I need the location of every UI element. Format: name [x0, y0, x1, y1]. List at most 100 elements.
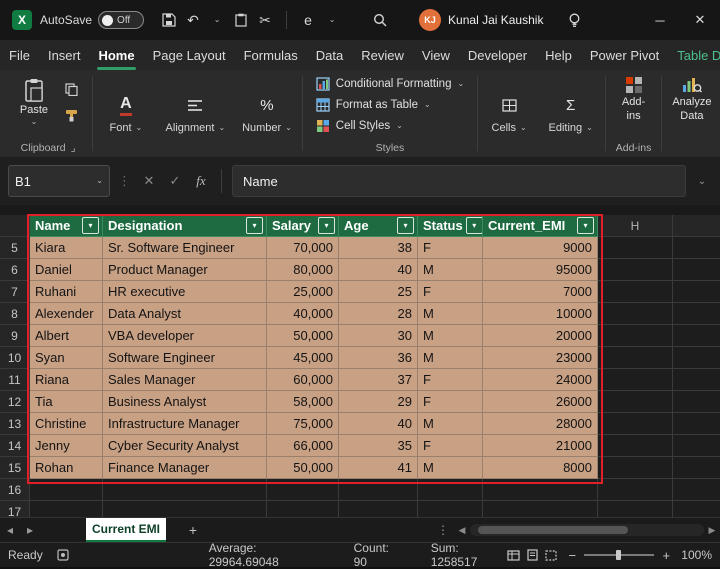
cell-h-7[interactable] — [598, 281, 673, 303]
cell-age-11[interactable]: 37 — [339, 369, 418, 391]
cell-current_emi-9[interactable]: 20000 — [483, 325, 598, 347]
cell-age-9[interactable]: 30 — [339, 325, 418, 347]
row-header-9[interactable]: 9 — [0, 325, 30, 347]
tab-help[interactable]: Help — [536, 40, 581, 70]
row-header-14[interactable]: 14 — [0, 435, 30, 457]
cell-empty[interactable] — [673, 501, 720, 517]
analyze-data-button[interactable]: Analyze Data — [664, 70, 720, 124]
tab-file[interactable]: File — [0, 40, 39, 70]
cell-name-5[interactable]: Kiara — [30, 237, 103, 259]
column-header-age[interactable]: Age▾ — [339, 215, 418, 237]
cell-styles-button[interactable]: Cell Styles ⌄ — [313, 117, 467, 135]
cell-current_emi-5[interactable]: 9000 — [483, 237, 598, 259]
zoom-slider-thumb[interactable] — [616, 550, 621, 560]
row-header-17[interactable]: 17 — [0, 501, 30, 517]
cell-name-13[interactable]: Christine — [30, 413, 103, 435]
cell-designation-13[interactable]: Infrastructure Manager — [103, 413, 267, 435]
cell-empty[interactable] — [673, 479, 720, 501]
cell-h-6[interactable] — [598, 259, 673, 281]
cell-age-10[interactable]: 36 — [339, 347, 418, 369]
undo-button[interactable]: ↶ — [182, 7, 204, 33]
cell-empty[interactable] — [418, 501, 483, 517]
format-painter-button[interactable] — [60, 104, 82, 126]
cell-h-8[interactable] — [598, 303, 673, 325]
row-header-15[interactable]: 15 — [0, 457, 30, 479]
cell-filler-6[interactable] — [673, 259, 720, 281]
cell-designation-9[interactable]: VBA developer — [103, 325, 267, 347]
cell-h-9[interactable] — [598, 325, 673, 347]
cell-status-11[interactable]: F — [418, 369, 483, 391]
column-header-salary[interactable]: Salary▾ — [267, 215, 339, 237]
cell-salary-5[interactable]: 70,000 — [267, 237, 339, 259]
cell-empty[interactable] — [483, 501, 598, 517]
formula-bar-drag-handle[interactable]: ⋮ — [116, 173, 133, 189]
close-button[interactable]: ✕ — [680, 0, 720, 40]
ribbon-group-number[interactable]: % Number⌄ — [234, 70, 300, 157]
save-button[interactable] — [158, 7, 180, 33]
cell-name-12[interactable]: Tia — [30, 391, 103, 413]
record-macro-button[interactable] — [57, 549, 69, 561]
normal-view-icon[interactable] — [507, 550, 520, 561]
cell-status-7[interactable]: F — [418, 281, 483, 303]
scrollbar-track[interactable] — [470, 524, 704, 536]
cell-current_emi-8[interactable]: 10000 — [483, 303, 598, 325]
ribbon-group-cells[interactable]: Cells⌄ — [480, 70, 538, 157]
cell-age-12[interactable]: 29 — [339, 391, 418, 413]
addins-button[interactable]: Add-ins — [608, 70, 659, 124]
cell-h-14[interactable] — [598, 435, 673, 457]
autosave-toggle[interactable]: Off — [98, 11, 144, 29]
cell-current_emi-6[interactable]: 95000 — [483, 259, 598, 281]
format-as-table-button[interactable]: Format as Table ⌄ — [313, 96, 467, 114]
cell-status-6[interactable]: M — [418, 259, 483, 281]
tab-home[interactable]: Home — [89, 40, 143, 70]
addin-quick-button[interactable]: e — [297, 7, 319, 33]
cell-designation-7[interactable]: HR executive — [103, 281, 267, 303]
cell-h-11[interactable] — [598, 369, 673, 391]
new-sheet-button[interactable]: + — [180, 518, 206, 542]
cell-current_emi-15[interactable]: 8000 — [483, 457, 598, 479]
cell-h-10[interactable] — [598, 347, 673, 369]
scroll-right-icon[interactable]: ▶ — [704, 525, 720, 536]
filter-button[interactable]: ▾ — [246, 217, 263, 234]
cell-salary-8[interactable]: 40,000 — [267, 303, 339, 325]
cancel-entry-button[interactable]: ✕ — [139, 168, 159, 194]
formula-input[interactable]: Name — [232, 165, 686, 197]
cell-name-7[interactable]: Ruhani — [30, 281, 103, 303]
cell-designation-15[interactable]: Finance Manager — [103, 457, 267, 479]
row-header-16[interactable]: 16 — [0, 479, 30, 501]
cell-designation-10[interactable]: Software Engineer — [103, 347, 267, 369]
cell-empty[interactable] — [267, 479, 339, 501]
cell-filler-14[interactable] — [673, 435, 720, 457]
row-header-7[interactable]: 7 — [0, 281, 30, 303]
cell-current_emi-14[interactable]: 21000 — [483, 435, 598, 457]
copy-button[interactable] — [60, 78, 82, 100]
cell-empty[interactable] — [483, 479, 598, 501]
account-button[interactable]: KJ Kunal Jai Kaushik — [419, 9, 543, 31]
cell-status-5[interactable]: F — [418, 237, 483, 259]
minimize-button[interactable]: ─ — [640, 0, 680, 40]
cell-salary-13[interactable]: 75,000 — [267, 413, 339, 435]
cell-filler-15[interactable] — [673, 457, 720, 479]
filter-button[interactable]: ▾ — [466, 217, 483, 234]
cell-age-7[interactable]: 25 — [339, 281, 418, 303]
cell-salary-6[interactable]: 80,000 — [267, 259, 339, 281]
cell-status-10[interactable]: M — [418, 347, 483, 369]
cell-name-6[interactable]: Daniel — [30, 259, 103, 281]
cell-filler-11[interactable] — [673, 369, 720, 391]
filter-button[interactable]: ▾ — [577, 217, 594, 234]
filter-button[interactable]: ▾ — [397, 217, 414, 234]
select-all-corner[interactable] — [0, 215, 30, 237]
cell-h-13[interactable] — [598, 413, 673, 435]
cell-name-10[interactable]: Syan — [30, 347, 103, 369]
column-header-status[interactable]: Status▾ — [418, 215, 483, 237]
cell-salary-15[interactable]: 50,000 — [267, 457, 339, 479]
cell-age-5[interactable]: 38 — [339, 237, 418, 259]
cell-status-12[interactable]: F — [418, 391, 483, 413]
tab-review[interactable]: Review — [352, 40, 413, 70]
ribbon-group-font[interactable]: A Font⌄ — [95, 70, 157, 157]
column-header-name[interactable]: Name▾ — [30, 215, 103, 237]
column-header-current_emi[interactable]: Current_EMI▾ — [483, 215, 598, 237]
cell-salary-14[interactable]: 66,000 — [267, 435, 339, 457]
formula-bar-expand-chevron-icon[interactable]: ⌄ — [692, 168, 712, 194]
zoom-slider[interactable] — [584, 554, 654, 556]
